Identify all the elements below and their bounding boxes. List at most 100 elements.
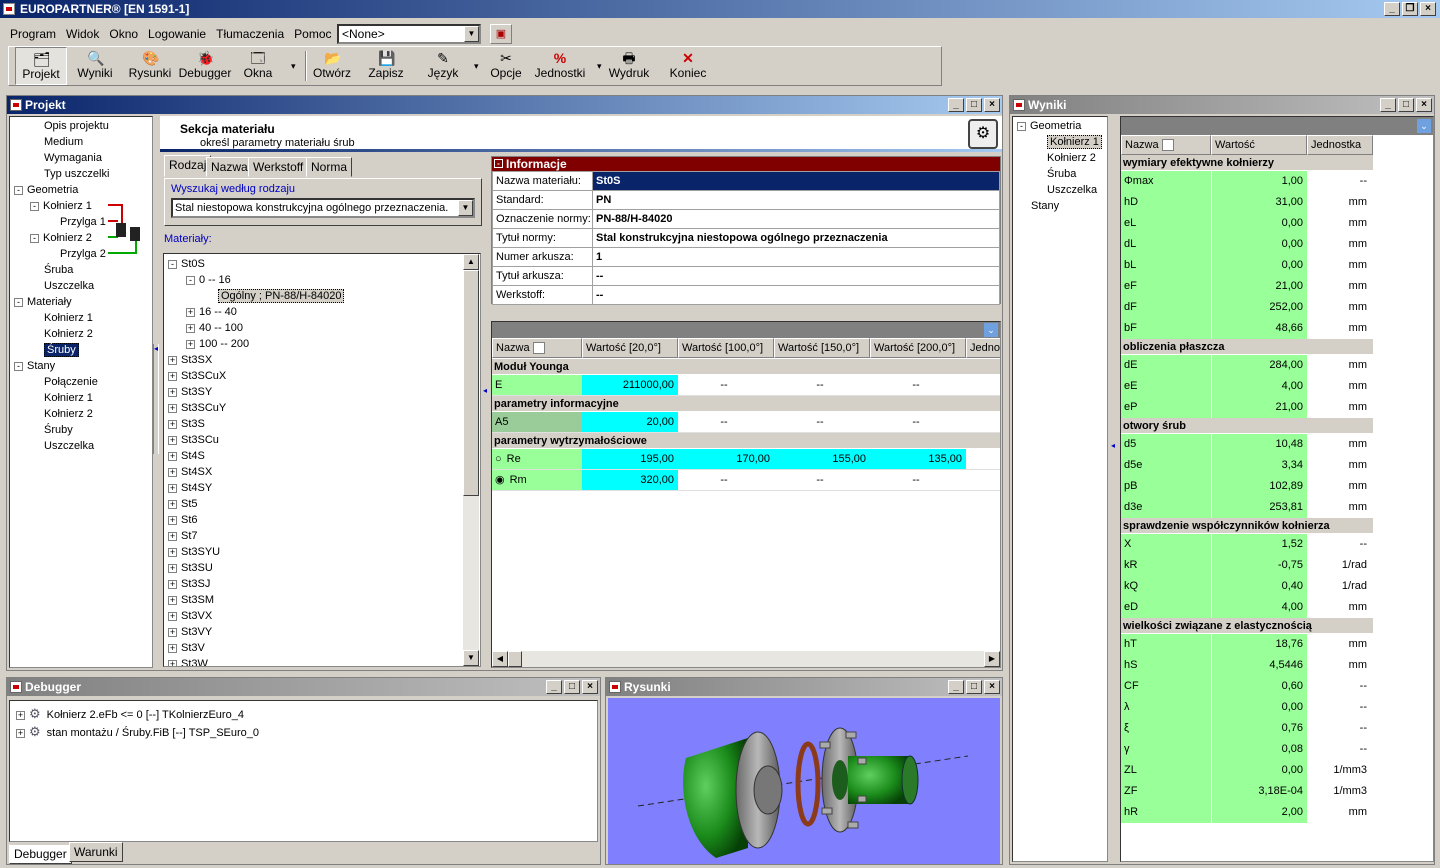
property-value[interactable]: 211000,00	[582, 375, 678, 395]
minimize-icon[interactable]: _	[1384, 2, 1400, 16]
result-row[interactable]: γ 0,08 --	[1121, 739, 1433, 760]
result-row[interactable]: hT 18,76 mm	[1121, 634, 1433, 655]
property-value[interactable]: --	[870, 412, 966, 432]
property-value[interactable]: 20,00	[582, 412, 678, 432]
expand-icon[interactable]: +	[168, 563, 177, 573]
result-row[interactable]: hD 31,00 mm	[1121, 192, 1433, 213]
tree-item[interactable]: - Geometria	[14, 182, 152, 198]
tree-item[interactable]: +40 -- 100	[168, 320, 480, 336]
column-header[interactable]: Wartość [200,0°]	[870, 338, 966, 358]
expand-icon[interactable]: +	[168, 467, 177, 477]
column-header[interactable]: Jednos	[966, 338, 1000, 358]
tree-item[interactable]: + St7	[168, 528, 480, 544]
toolbar-button-debugger[interactable]: 🐞 Debugger	[177, 47, 233, 85]
tree-item[interactable]: Śruby	[14, 422, 152, 438]
tree-item[interactable]: Ogólny ; PN-88/H-84020	[168, 288, 480, 304]
info-row[interactable]: Werkstoff: --	[492, 285, 1000, 305]
menu-item[interactable]: Okno	[109, 27, 138, 41]
expand-icon[interactable]: +	[168, 515, 177, 525]
property-value[interactable]: --	[678, 375, 774, 395]
result-row[interactable]: kR -0,75 1/rad	[1121, 555, 1433, 576]
tree-item[interactable]: Uszczelka	[14, 278, 152, 294]
result-row[interactable]: eF 21,00 mm	[1121, 276, 1433, 297]
maximize-icon[interactable]: □	[564, 680, 580, 694]
info-row[interactable]: Oznaczenie normy: PN-88/H-84020	[492, 209, 1000, 229]
filter-checkbox[interactable]	[1161, 139, 1174, 152]
column-header[interactable]: Wartość	[1211, 135, 1307, 155]
tree-item[interactable]: Kołnierz 1	[14, 310, 152, 326]
tree-item[interactable]: Kołnierz 2	[14, 326, 152, 342]
result-row[interactable]: hR 2,00 mm	[1121, 802, 1433, 823]
scroll-thumb[interactable]	[463, 270, 479, 496]
tree-item[interactable]: + St4S	[168, 448, 480, 464]
result-row[interactable]: d5 10,48 mm	[1121, 434, 1433, 455]
result-row[interactable]: X 1,52 --	[1121, 534, 1433, 555]
result-row[interactable]: dE 284,00 mm	[1121, 355, 1433, 376]
tree-item[interactable]: - Materiały	[14, 294, 152, 310]
column-header[interactable]: Jednostka	[1307, 135, 1373, 155]
property-value[interactable]: 135,00	[870, 449, 966, 469]
property-row[interactable]: E 211000,00 -- -- --	[492, 375, 1000, 396]
property-value[interactable]: --	[774, 412, 870, 432]
toolbar-button-jednostki[interactable]: % Jednostki	[531, 47, 589, 85]
property-value[interactable]: 320,00	[582, 470, 678, 490]
tree-item[interactable]: -0 -- 16	[168, 272, 480, 288]
expand-icon[interactable]: +	[16, 728, 25, 738]
toolbar-button-opcje[interactable]: ✂ Opcje	[487, 47, 525, 85]
tree-item[interactable]: Śruby	[14, 342, 152, 358]
toolbar-button-rysunki[interactable]: 🎨 Rysunki	[125, 47, 175, 85]
splitter[interactable]: ◂	[153, 116, 159, 668]
tree-item[interactable]: + St3SYU	[168, 544, 480, 560]
result-row[interactable]: eP 21,00 mm	[1121, 397, 1433, 418]
result-row[interactable]: eD 4,00 mm	[1121, 597, 1433, 618]
property-value[interactable]: 195,00	[582, 449, 678, 469]
toolbar-button-projekt[interactable]: 🗂 Projekt	[15, 47, 67, 85]
result-row[interactable]: eL 0,00 mm	[1121, 213, 1433, 234]
expand-icon[interactable]: +	[168, 403, 177, 413]
splitter[interactable]: ◂	[483, 386, 489, 436]
tab-debugger[interactable]: Debugger	[9, 844, 72, 864]
toolbar-button-język[interactable]: ✎ Język	[419, 47, 467, 85]
collapse-icon[interactable]: -	[14, 361, 23, 371]
tab-norma[interactable]: Norma	[306, 157, 353, 177]
result-row[interactable]: bL 0,00 mm	[1121, 255, 1433, 276]
chevron-down-icon[interactable]: ▼	[464, 26, 479, 42]
column-header[interactable]: Wartość [150,0°]	[774, 338, 870, 358]
clipboard-icon[interactable]: ▣	[490, 24, 512, 44]
property-row[interactable]: ◉ Rm 320,00 -- -- --	[492, 470, 1000, 491]
expand-icon[interactable]: +	[168, 371, 177, 381]
column-header[interactable]: Wartość [20,0°]	[582, 338, 678, 358]
property-value[interactable]: --	[870, 470, 966, 490]
tree-item[interactable]: Stany	[1017, 198, 1107, 214]
tree-item[interactable]: Opis projektu	[14, 118, 152, 134]
tree-item[interactable]: + St4SX	[168, 464, 480, 480]
expand-icon[interactable]: +	[168, 387, 177, 397]
chevron-down-icon[interactable]: ▼	[458, 200, 473, 216]
expand-icon[interactable]: +	[168, 579, 177, 589]
collapse-icon[interactable]: -	[30, 233, 39, 243]
property-row[interactable]: A5 20,00 -- -- --	[492, 412, 1000, 433]
tree-item[interactable]: - Stany	[14, 358, 152, 374]
toolbar-button-otwórz[interactable]: 📂 Otwórz	[309, 47, 355, 85]
result-row[interactable]: Φmax 1,00 --	[1121, 171, 1433, 192]
result-row[interactable]: ξ 0,76 --	[1121, 718, 1433, 739]
menu-item[interactable]: Program	[10, 27, 56, 41]
tree-item[interactable]: + St3SCuX	[168, 368, 480, 384]
splitter[interactable]: ◂	[1111, 441, 1117, 531]
maximize-icon[interactable]: □	[966, 98, 982, 112]
maximize-icon[interactable]: □	[1398, 98, 1414, 112]
tree-item[interactable]: + St3SCuY	[168, 400, 480, 416]
radio-checked-icon[interactable]: ◉	[495, 474, 505, 486]
result-row[interactable]: d3e 253,81 mm	[1121, 497, 1433, 518]
tree-item[interactable]: + St3VX	[168, 608, 480, 624]
tree-item[interactable]: Kołnierz 2	[14, 406, 152, 422]
tree-item[interactable]: + St3SJ	[168, 576, 480, 592]
materials-scrollbar[interactable]: ▲ ▼	[463, 254, 479, 666]
collapse-icon[interactable]: -	[14, 297, 23, 307]
expand-icon[interactable]: +	[168, 483, 177, 493]
filter-checkbox[interactable]	[532, 342, 545, 355]
expand-icon[interactable]: +	[168, 627, 177, 637]
expand-icon[interactable]: +	[168, 531, 177, 541]
windows-dropdown-icon[interactable]: ▾	[291, 61, 296, 72]
collapse-icon[interactable]: ⌄	[1417, 119, 1431, 133]
